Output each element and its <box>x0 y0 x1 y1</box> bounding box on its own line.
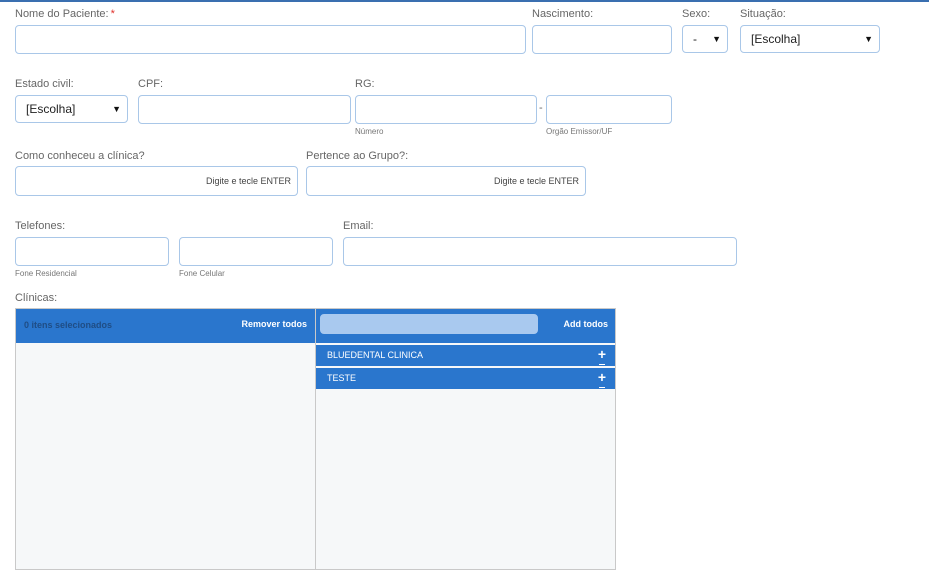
nascimento-label: Nascimento: <box>532 8 594 20</box>
grupo-hint: Digite e tecle ENTER <box>493 176 579 186</box>
como-conheceu-hint: Digite e tecle ENTER <box>205 176 291 186</box>
list-item-bluedental[interactable]: BLUEDENTAL CLINICA + <box>316 345 615 366</box>
nome-paciente-input[interactable] <box>15 25 526 54</box>
rg-orgao-input[interactable] <box>546 95 672 124</box>
situacao-label: Situação: <box>740 8 786 20</box>
grupo-input[interactable]: Digite e tecle ENTER <box>306 166 586 196</box>
rg-orgao-sublabel: Orgão Emissor/UF <box>546 127 613 136</box>
email-label: Email: <box>343 220 374 232</box>
caret-down-icon: ▼ <box>712 34 721 44</box>
nome-label: Nome do Paciente: * <box>15 8 115 20</box>
plus-icon[interactable]: + <box>598 345 606 365</box>
available-panel: Add todos BLUEDENTAL CLINICA + TESTE + <box>316 309 615 569</box>
plus-icon[interactable]: + <box>598 368 606 388</box>
como-conheceu-input[interactable]: Digite e tecle ENTER <box>15 166 298 196</box>
sexo-label: Sexo: <box>682 8 711 20</box>
clinicas-label: Clínicas: <box>15 292 58 304</box>
como-conheceu-label: Como conheceu a clínica? <box>15 150 145 162</box>
list-item-teste[interactable]: TESTE + <box>316 368 615 389</box>
available-panel-header: Add todos <box>316 309 615 343</box>
caret-down-icon: ▼ <box>112 104 121 114</box>
sexo-select[interactable]: - ▼ <box>682 25 728 53</box>
rg-numero-input[interactable] <box>355 95 537 124</box>
selected-count: 0 itens selecionados <box>24 320 113 330</box>
telefones-label: Telefones: <box>15 220 66 232</box>
fone-residencial-sublabel: Fone Residencial <box>15 269 77 278</box>
estado-civil-select[interactable]: [Escolha] ▼ <box>15 95 128 123</box>
sexo-select-value: - <box>693 32 697 46</box>
rg-separator: - <box>539 102 543 114</box>
rg-label: RG: <box>355 78 375 90</box>
fone-celular-input[interactable] <box>179 237 333 266</box>
cpf-label: CPF: <box>138 78 164 90</box>
list-item-label: TESTE <box>327 373 357 383</box>
email-input[interactable] <box>343 237 737 266</box>
estado-civil-select-value: [Escolha] <box>26 102 76 116</box>
fone-celular-sublabel: Fone Celular <box>179 269 225 278</box>
selected-panel: 0 itens selecionados Remover todos <box>16 309 316 569</box>
cpf-input[interactable] <box>138 95 351 124</box>
situacao-select-value: [Escolha] <box>751 32 801 46</box>
clinicas-search-input[interactable] <box>320 314 538 334</box>
grupo-label: Pertence ao Grupo?: <box>306 150 409 162</box>
remove-all-button[interactable]: Remover todos <box>241 319 307 329</box>
top-border <box>0 0 929 2</box>
nascimento-input[interactable] <box>532 25 672 54</box>
caret-down-icon: ▼ <box>864 34 873 44</box>
required-mark: * <box>110 8 115 20</box>
situacao-select[interactable]: [Escolha] ▼ <box>740 25 880 53</box>
selected-panel-header: 0 itens selecionados Remover todos <box>16 309 315 343</box>
estado-civil-label: Estado civil: <box>15 78 74 90</box>
add-all-button[interactable]: Add todos <box>564 319 609 329</box>
fone-residencial-input[interactable] <box>15 237 169 266</box>
clinicas-multiselect: 0 itens selecionados Remover todos Add t… <box>15 308 616 570</box>
list-item-label: BLUEDENTAL CLINICA <box>327 350 424 360</box>
rg-numero-sublabel: Número <box>355 127 384 136</box>
